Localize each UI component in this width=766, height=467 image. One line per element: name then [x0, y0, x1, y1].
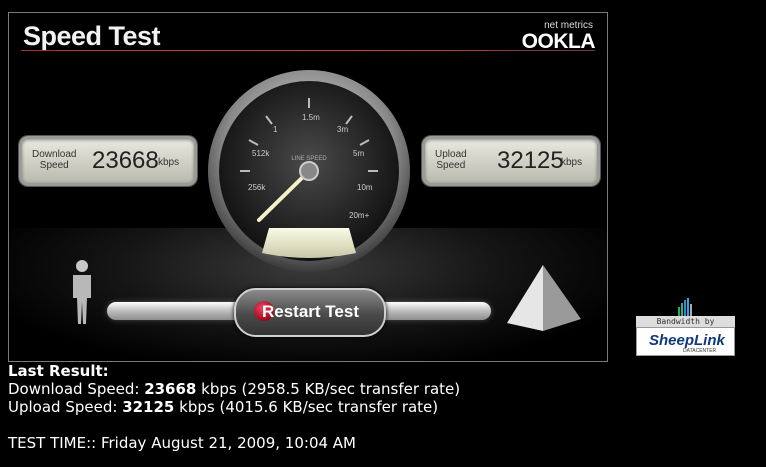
badge-logo-panel: SheepLink DATACENTER: [636, 327, 735, 356]
badge-tagline: Bandwidth by: [636, 316, 735, 327]
gauge-tick-label-10m: 10m: [357, 183, 373, 192]
applet-title: Speed Test: [23, 21, 161, 51]
download-speed-unit: kbps: [158, 157, 180, 168]
download-speed-value: 23668: [92, 147, 159, 174]
title-divider: [21, 50, 595, 51]
download-result-line: Download Speed: 23668 kbps (2958.5 KB/se…: [8, 380, 461, 398]
ookla-logo: net metrics OOKLA: [513, 20, 596, 53]
upload-result-line: Upload Speed: 32125 kbps (4015.6 KB/sec …: [8, 398, 439, 416]
gauge-tick-label-20m: 20m+: [349, 211, 370, 220]
sheeplink-badge[interactable]: Bandwidth by SheepLink DATACENTER: [636, 298, 735, 356]
restart-test-button[interactable]: Restart Test: [234, 288, 386, 337]
gauge-tick-label-512k: 512k: [252, 149, 270, 158]
gauge-tick-label-3m: 3m: [337, 125, 348, 134]
test-time-line: TEST TIME:: Friday August 21, 2009, 10:0…: [8, 434, 356, 452]
upload-speed-display: Upload Speed 32125 kbps: [422, 136, 600, 186]
speed-test-applet: Speed Test net metrics OOKLA 256k 512k 1…: [8, 12, 608, 362]
restart-test-label: Restart Test: [262, 302, 359, 321]
person-icon: [73, 260, 91, 324]
upload-result-value: 32125: [122, 398, 175, 416]
upload-speed-label: Upload Speed: [435, 149, 467, 171]
gauge-readout-window: [262, 228, 356, 258]
download-result-value: 23668: [144, 380, 197, 398]
gauge-hub: [299, 161, 319, 181]
badge-name: SheepLink: [649, 332, 725, 349]
gauge-tick-label-256k: 256k: [248, 183, 266, 192]
download-speed-display: Download Speed 23668 kbps: [19, 136, 197, 186]
upload-speed-unit: kbps: [561, 157, 583, 168]
speedometer-gauge: 256k 512k 1 1.5m 3m 5m 10m 20m+ LINE SPE…: [208, 70, 410, 272]
download-speed-label: Download Speed: [32, 149, 77, 171]
last-result-heading: Last Result:: [8, 362, 109, 380]
gauge-tick-label-1-5m: 1.5m: [302, 113, 320, 122]
badge-sub: DATACENTER: [683, 348, 717, 354]
gauge-tick-label-5m: 5m: [353, 149, 364, 158]
bandwidth-bars-icon: [678, 298, 692, 316]
logo-wordmark: OOKLA: [521, 30, 596, 53]
server-pyramid-icon: [507, 265, 581, 331]
last-result-panel: Last Result: Download Speed: 23668 kbps …: [8, 362, 460, 452]
gauge-tick-label-1: 1: [273, 125, 278, 134]
upload-speed-value: 32125: [497, 147, 564, 174]
